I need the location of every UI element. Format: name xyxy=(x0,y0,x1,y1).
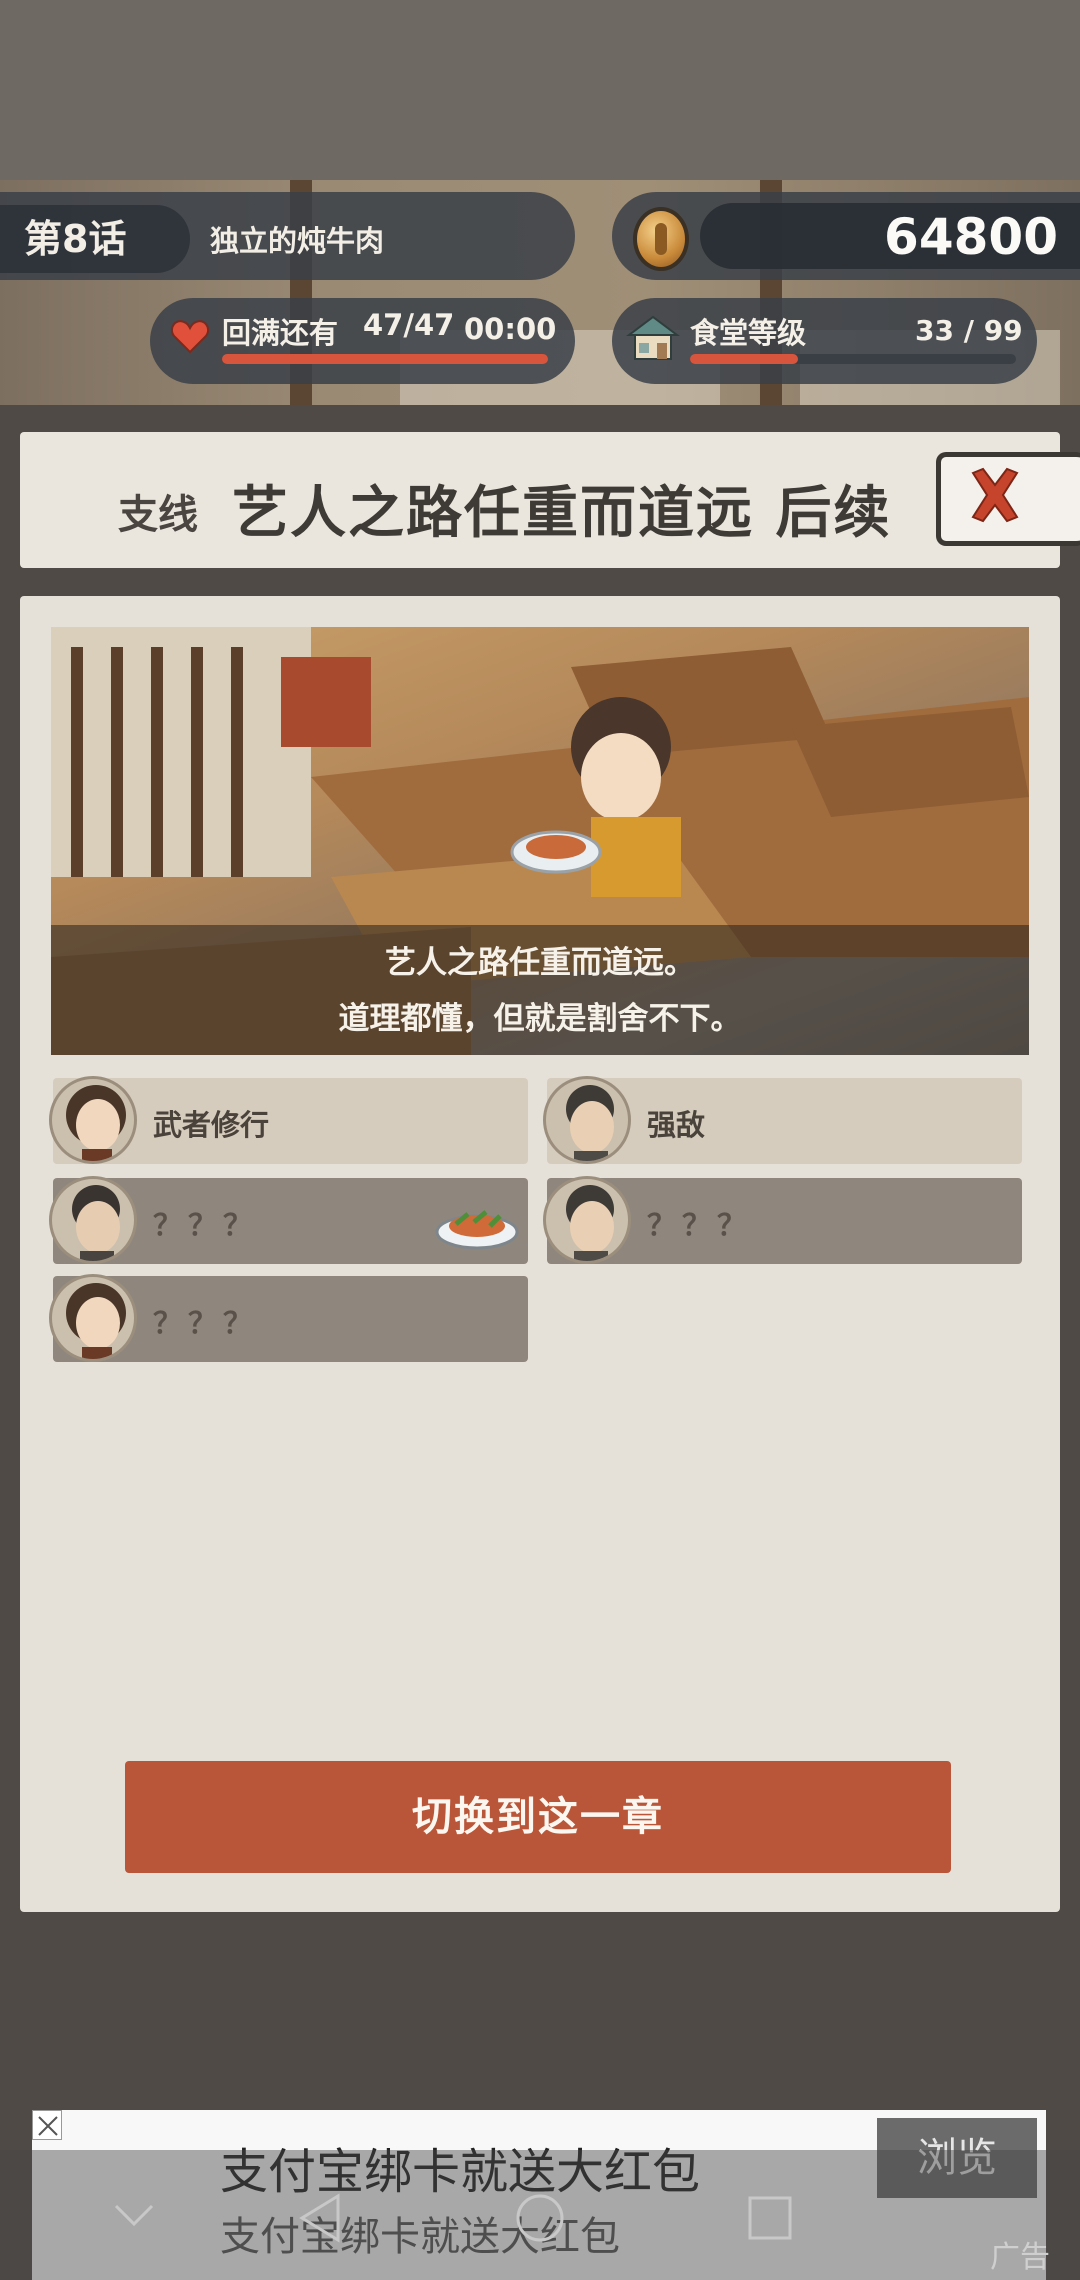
chapter-number: 第8话 xyxy=(0,205,190,273)
home-icon[interactable] xyxy=(510,2188,570,2248)
story-scene-image: 艺人之路任重而道远。 道理都懂，但就是割舍不下。 xyxy=(51,627,1029,1055)
level-bar-fill xyxy=(690,354,798,364)
ad-close-button[interactable] xyxy=(32,2110,62,2140)
recent-apps-icon[interactable] xyxy=(740,2188,800,2248)
close-icon xyxy=(38,2116,58,2136)
character-avatar xyxy=(49,1274,137,1362)
character-avatar xyxy=(543,1076,631,1164)
quest-label: 强敌 xyxy=(647,1108,706,1142)
chevron-down-icon[interactable] xyxy=(112,2200,156,2230)
stamina-label: 回满还有 xyxy=(222,316,339,350)
chapter-name: 独立的炖牛肉 xyxy=(210,224,385,258)
level-value: 33 / 99 xyxy=(915,314,1023,347)
quest-type-label: 支线 xyxy=(118,492,198,538)
coin-icon xyxy=(633,207,689,271)
stamina-value: 47/47 xyxy=(363,308,455,342)
chapter-panel: 艺人之路任重而道远。 道理都懂，但就是割舍不下。 武者修行 强敌 ？？？ ？？？ xyxy=(20,596,1060,1912)
character-avatar xyxy=(49,1176,137,1264)
scene-caption: 艺人之路任重而道远。 道理都懂，但就是割舍不下。 xyxy=(51,925,1029,1055)
ad-label: 广告 xyxy=(990,2240,1050,2275)
quest-label: 武者修行 xyxy=(153,1108,270,1142)
quest-title: 艺人之路任重而道远 后续 xyxy=(232,481,892,546)
quest-item-5[interactable]: ？？？ xyxy=(49,1274,528,1362)
quest-label: ？？？ xyxy=(153,1208,259,1242)
quest-item-4[interactable]: ？？？ xyxy=(543,1176,1022,1264)
close-icon xyxy=(971,467,1019,523)
scene-caption-line-1: 艺人之路任重而道远。 xyxy=(385,945,695,981)
stamina-timer: 00:00 xyxy=(464,312,557,346)
character-avatar xyxy=(543,1176,631,1264)
stamina-bar xyxy=(222,354,548,364)
close-button[interactable] xyxy=(936,452,1080,546)
level-label: 食堂等级 xyxy=(690,316,807,350)
coin-count: 64800 xyxy=(884,208,1058,266)
quest-item-1[interactable]: 武者修行 xyxy=(49,1076,528,1164)
back-icon[interactable] xyxy=(290,2188,350,2248)
quest-item-2[interactable]: 强敌 xyxy=(543,1076,1022,1164)
dish-icon xyxy=(435,1210,519,1250)
level-bar xyxy=(690,354,1016,364)
stamina-bar-fill xyxy=(222,354,548,364)
quest-label: ？？？ xyxy=(153,1306,259,1340)
heart-icon xyxy=(170,320,210,354)
scene-caption-line-2: 道理都懂，但就是割舍不下。 xyxy=(338,1001,742,1037)
quest-label: ？？？ xyxy=(647,1208,753,1242)
system-nav-bar xyxy=(0,2150,1080,2280)
house-icon xyxy=(626,315,680,360)
quest-item-3[interactable]: ？？？ xyxy=(49,1176,528,1264)
quest-title-card: 支线 艺人之路任重而道远 后续 xyxy=(20,432,1060,568)
character-avatar xyxy=(49,1076,137,1164)
switch-chapter-button[interactable]: 切换到这一章 xyxy=(125,1761,951,1873)
